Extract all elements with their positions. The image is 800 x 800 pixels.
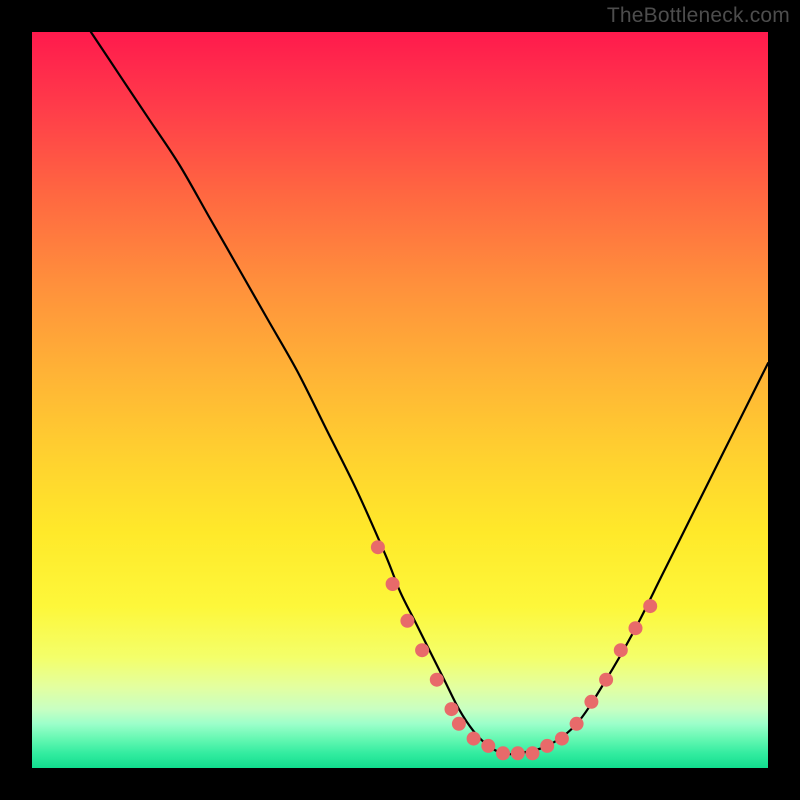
marker-point (599, 673, 613, 687)
marker-point (481, 739, 495, 753)
marker-point (511, 746, 525, 760)
bottleneck-curve (91, 32, 768, 754)
marker-point (629, 621, 643, 635)
marker-point (643, 599, 657, 613)
marker-point (555, 732, 569, 746)
marker-point (452, 717, 466, 731)
chart-frame: TheBottleneck.com (0, 0, 800, 800)
marker-point (445, 702, 459, 716)
marker-point (584, 695, 598, 709)
marker-point (430, 673, 444, 687)
plot-area (32, 32, 768, 768)
marker-point (496, 746, 510, 760)
highlight-markers (371, 540, 657, 760)
curve-svg (32, 32, 768, 768)
marker-point (400, 614, 414, 628)
marker-point (386, 577, 400, 591)
marker-point (540, 739, 554, 753)
marker-point (570, 717, 584, 731)
watermark-label: TheBottleneck.com (607, 4, 790, 28)
marker-point (526, 746, 540, 760)
marker-point (371, 540, 385, 554)
marker-point (614, 643, 628, 657)
marker-point (467, 732, 481, 746)
marker-point (415, 643, 429, 657)
